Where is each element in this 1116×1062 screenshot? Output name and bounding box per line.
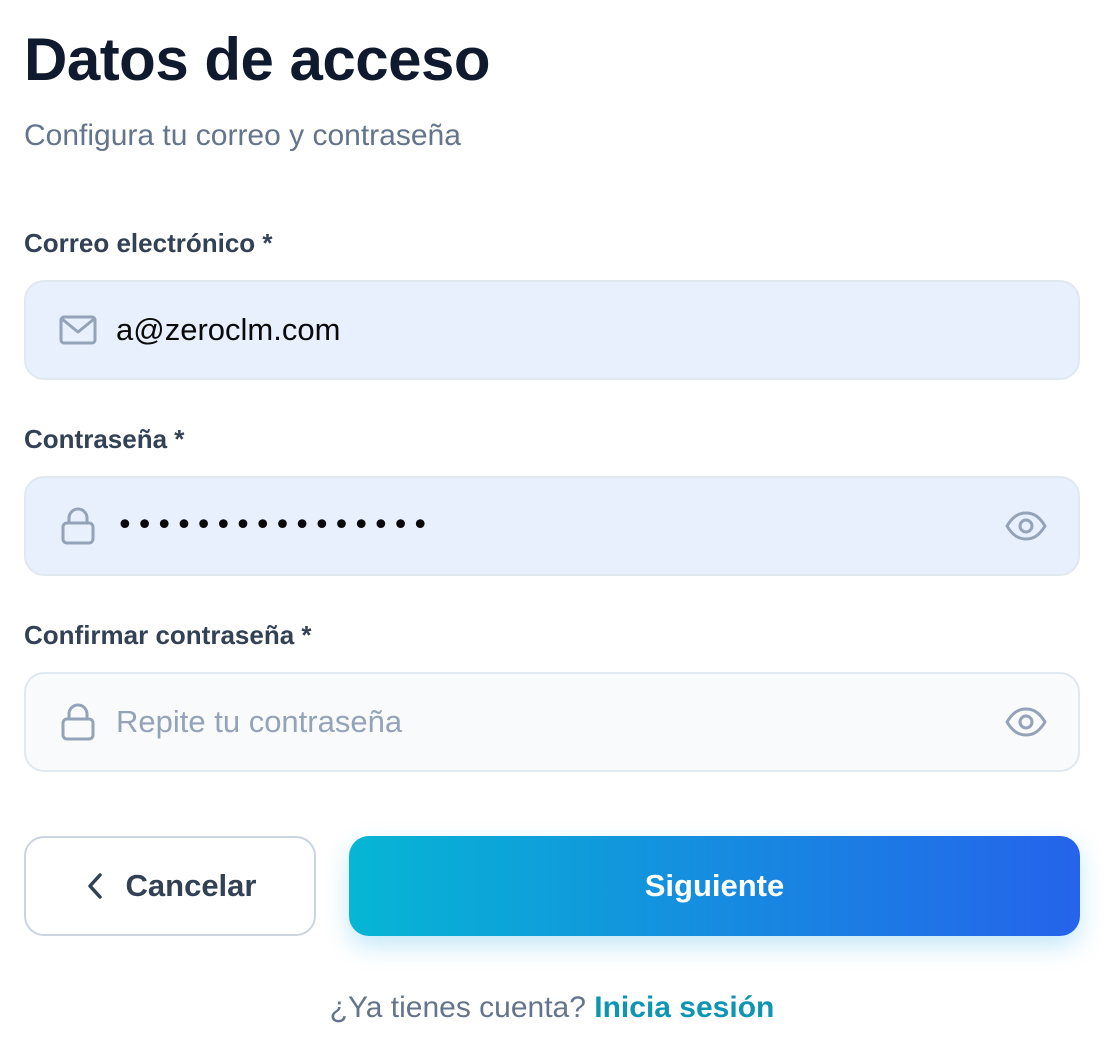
lock-icon <box>58 702 98 742</box>
confirm-password-label: Confirmar contraseña * <box>24 620 312 650</box>
email-input[interactable]: a@zeroclm.com <box>116 310 978 350</box>
eye-icon[interactable] <box>1004 700 1048 744</box>
confirm-password-field[interactable]: Repite tu contraseña <box>24 672 1080 772</box>
confirm-password-input[interactable]: Repite tu contraseña <box>116 702 978 742</box>
mail-icon <box>58 310 98 350</box>
lock-icon <box>58 506 98 546</box>
cancel-button-label: Cancelar <box>125 868 257 903</box>
login-prompt: ¿Ya tienes cuenta? Inicia sesión <box>24 988 1080 1028</box>
login-link[interactable]: Inicia sesión <box>594 991 774 1024</box>
login-prompt-text: ¿Ya tienes cuenta? <box>329 991 586 1024</box>
cancel-button[interactable]: Cancelar <box>24 836 316 936</box>
password-field[interactable]: •••••••••••••••• <box>24 476 1080 576</box>
chevron-left-icon <box>84 871 106 901</box>
eye-icon[interactable] <box>1004 504 1048 548</box>
email-label: Correo electrónico * <box>24 228 273 258</box>
next-button-label: Siguiente <box>644 868 785 903</box>
page-subtitle: Configura tu correo y contraseña <box>24 119 461 152</box>
next-button[interactable]: Siguiente <box>349 836 1080 936</box>
password-input[interactable]: •••••••••••••••• <box>116 506 978 546</box>
email-field[interactable]: a@zeroclm.com <box>24 280 1080 380</box>
password-label: Contraseña * <box>24 424 185 454</box>
page-title: Datos de acceso <box>24 26 491 93</box>
